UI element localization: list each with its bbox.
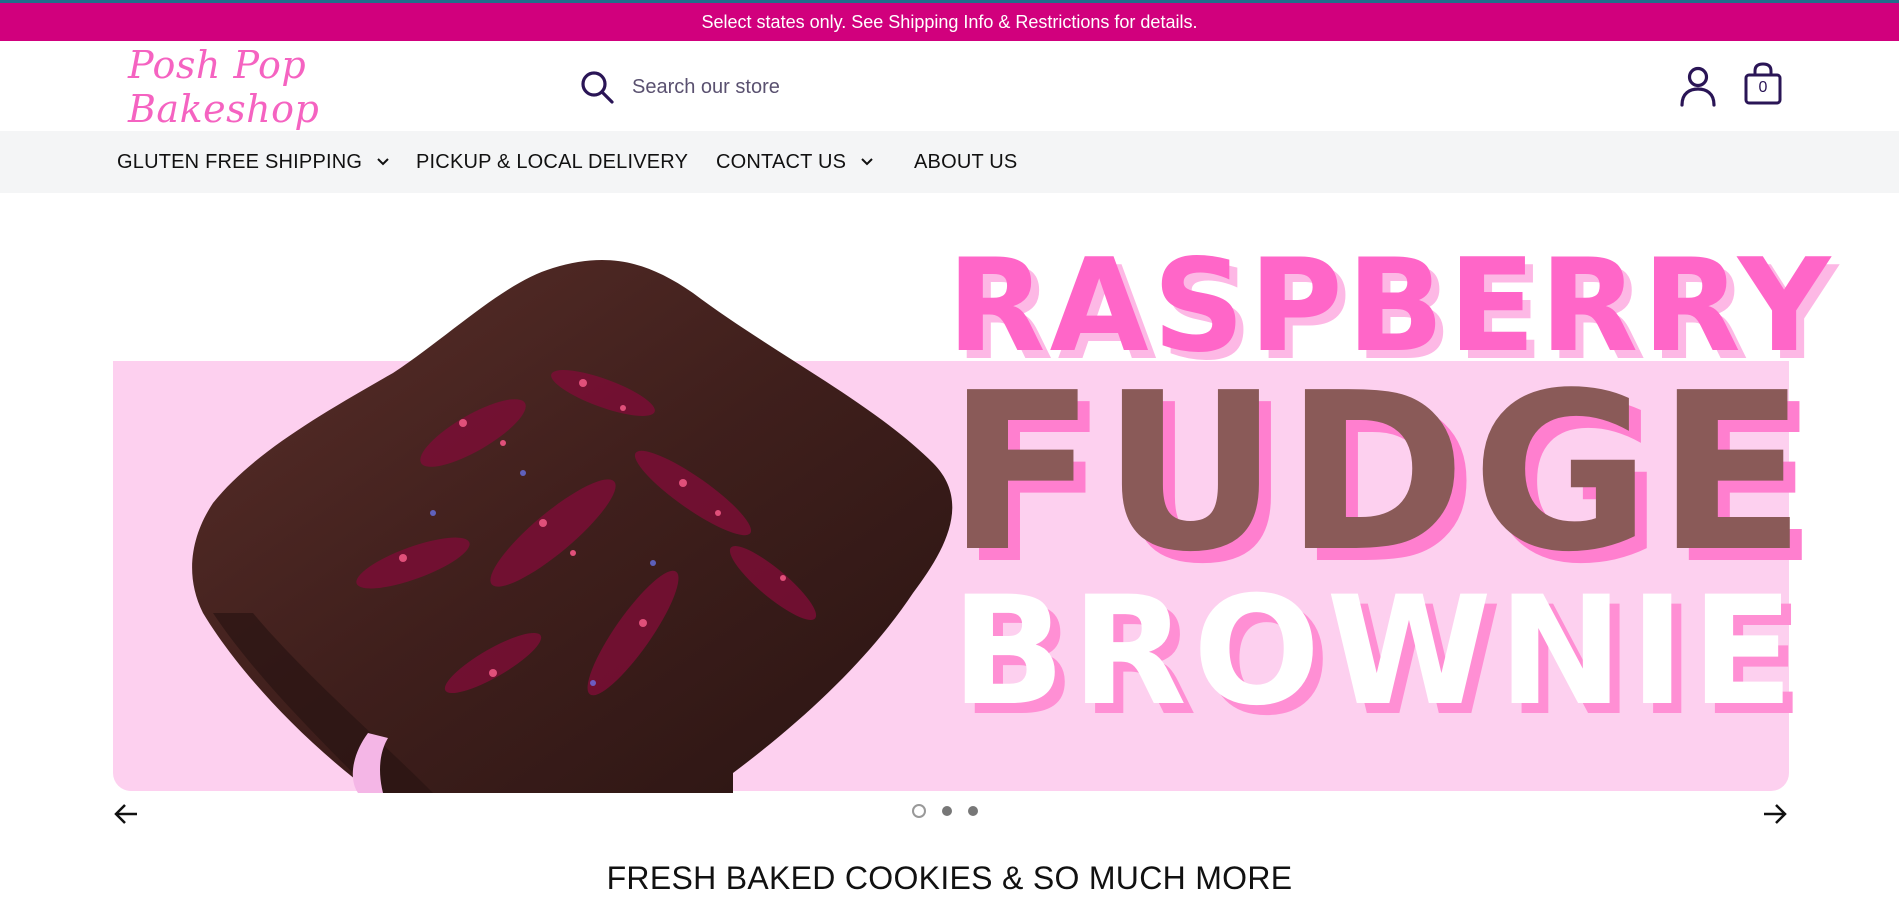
- section-title: FRESH BAKED COOKIES & SO MUCH MORE: [606, 860, 1293, 896]
- hero-line-2: FUDGE: [947, 347, 1812, 600]
- announcement-text[interactable]: Select states only. See Shipping Info & …: [702, 12, 1198, 33]
- search-icon[interactable]: [578, 68, 616, 106]
- nav-item-label[interactable]: PICKUP & LOCAL DELIVERY: [416, 151, 688, 174]
- slide-dot-2[interactable]: [942, 806, 952, 816]
- nav-item-label[interactable]: GLUTEN FREE SHIPPING: [117, 151, 362, 174]
- nav-item-about-us[interactable]: ABOUT US: [914, 131, 1017, 193]
- slide-dot-1[interactable]: [912, 804, 926, 818]
- slide-dot-3[interactable]: [968, 806, 978, 816]
- hero-slideshow[interactable]: RASPBERRY FUDGE BROWNIE: [113, 213, 1830, 793]
- nav-item-gluten-free-shipping[interactable]: GLUTEN FREE SHIPPING: [117, 131, 390, 193]
- search-bar: [578, 65, 1278, 109]
- search-input[interactable]: [632, 67, 1232, 107]
- nav-item-pickup-local-delivery[interactable]: PICKUP & LOCAL DELIVERY: [416, 131, 688, 193]
- announcement-bar[interactable]: Select states only. See Shipping Info & …: [0, 3, 1899, 41]
- chevron-down-icon[interactable]: [376, 157, 390, 167]
- hero-headline: RASPBERRY FUDGE BROWNIE: [933, 243, 1830, 739]
- account-icon[interactable]: [1678, 65, 1718, 107]
- arrow-right-icon[interactable]: [1760, 800, 1788, 828]
- arrow-left-icon[interactable]: [113, 800, 141, 828]
- slide-dots: [912, 804, 978, 818]
- cart-count: 0: [1758, 79, 1768, 96]
- cart-button[interactable]: 0: [1742, 61, 1784, 107]
- site-header: Posh Pop Bakeshop 0: [0, 41, 1899, 131]
- chevron-down-icon[interactable]: [860, 157, 874, 167]
- logo-text[interactable]: Posh Pop Bakeshop: [128, 43, 418, 131]
- nav-item-label[interactable]: ABOUT US: [914, 151, 1017, 174]
- nav-item-contact-us[interactable]: CONTACT US: [716, 131, 874, 193]
- logo[interactable]: Posh Pop Bakeshop: [128, 43, 418, 131]
- main-nav: GLUTEN FREE SHIPPING PICKUP & LOCAL DELI…: [0, 131, 1899, 193]
- nav-item-label[interactable]: CONTACT US: [716, 151, 846, 174]
- hero-line-3: BROWNIE: [951, 565, 1800, 739]
